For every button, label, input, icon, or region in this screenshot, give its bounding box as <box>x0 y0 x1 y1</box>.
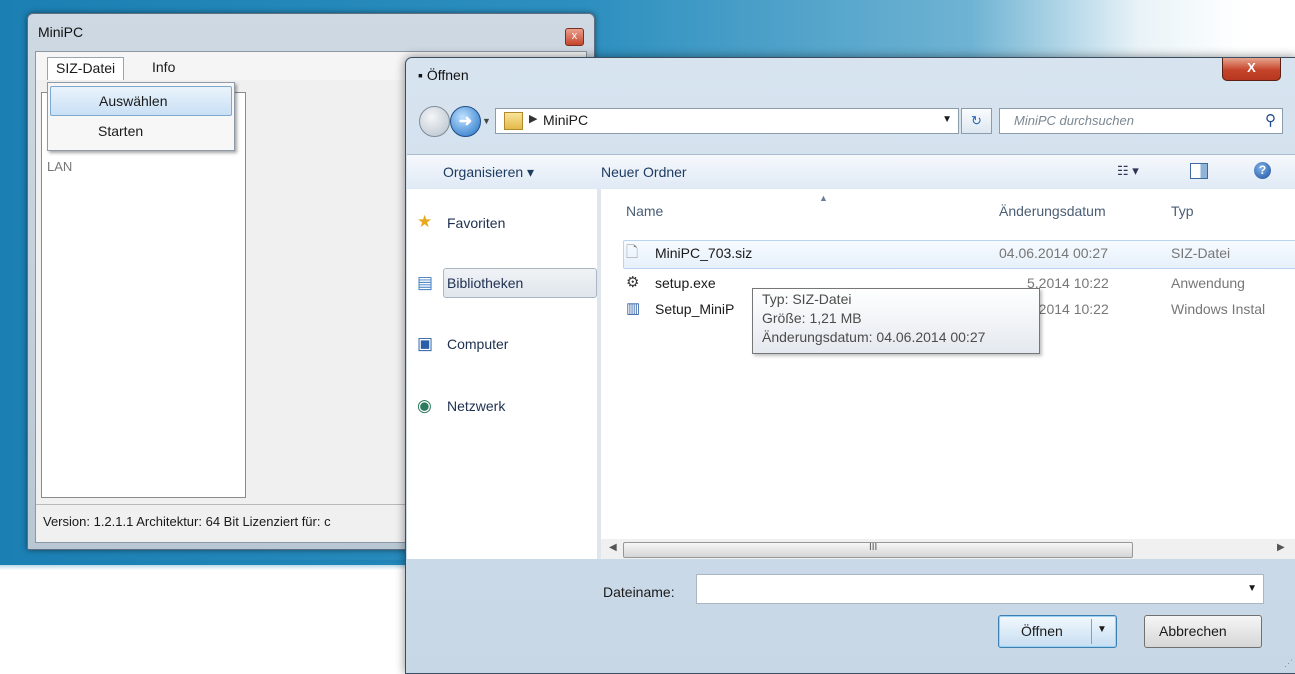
organize-button[interactable]: Organisieren ▾ <box>443 164 534 181</box>
tooltip-date: Änderungsdatum: 04.06.2014 00:27 <box>762 329 986 345</box>
cancel-button[interactable]: Abbrechen <box>1144 615 1262 648</box>
status-text: Version: 1.2.1.1 Architektur: 64 Bit Liz… <box>43 514 331 529</box>
open-button-label: Öffnen <box>1021 623 1063 639</box>
refresh-button[interactable]: ↻ <box>961 108 992 134</box>
open-button-divider <box>1091 619 1092 644</box>
scroll-left-icon[interactable]: ◀ <box>609 542 617 553</box>
filename-input[interactable]: ▼ <box>696 574 1264 604</box>
column-header-type[interactable]: Typ <box>1171 203 1194 219</box>
filename-label: Dateiname: <box>603 584 675 600</box>
file-name[interactable]: Setup_MiniP <box>655 301 734 317</box>
document-icon: 🗋 <box>626 244 639 261</box>
forward-button[interactable]: ➜ <box>450 106 481 137</box>
scroll-thumb[interactable]: III <box>623 542 1133 558</box>
file-name[interactable]: MiniPC_703.siz <box>655 245 752 261</box>
breadcrumb-arrow-icon[interactable]: ▶ <box>529 112 537 125</box>
menu-item-auswaehlen[interactable]: Auswählen <box>50 86 232 116</box>
installer-icon: ▥ <box>626 300 641 317</box>
scroll-right-icon[interactable]: ▶ <box>1277 542 1285 553</box>
file-type: Windows Instal <box>1171 301 1266 317</box>
open-options-dropdown-icon[interactable]: ▼ <box>1097 624 1107 635</box>
scroll-grip: III <box>869 542 878 553</box>
tooltip-size: Größe: 1,21 MB <box>762 310 862 326</box>
nav-item-bibliotheken[interactable]: Bibliotheken <box>447 275 523 291</box>
menu-item-starten[interactable]: Starten <box>50 117 230 145</box>
library-icon: ▤ <box>417 273 434 292</box>
menu-info[interactable]: Info <box>144 57 183 79</box>
search-input[interactable]: MiniPC durchsuchen ⚲ <box>999 108 1283 134</box>
dialog-toolbar: Organisieren ▾ Neuer Ordner ☷ ▾ ? <box>407 154 1295 190</box>
file-type: Anwendung <box>1171 275 1245 291</box>
dialog-title: ▪ Öffnen <box>418 67 469 83</box>
preview-pane-icon[interactable] <box>1190 163 1208 179</box>
help-icon[interactable]: ? <box>1254 162 1271 179</box>
filename-dropdown-icon[interactable]: ▼ <box>1247 583 1257 594</box>
sort-arrow-icon: ▲ <box>819 193 828 203</box>
minipc-title: MiniPC <box>38 24 84 40</box>
new-folder-button[interactable]: Neuer Ordner <box>601 164 687 180</box>
open-file-dialog: ▪ Öffnen X ➜ ▼ ▶ MiniPC ▼ ↻ MiniPC durch… <box>405 57 1295 674</box>
setup-icon: ⚙ <box>626 274 640 291</box>
menu-siz-datei[interactable]: SIZ-Datei <box>47 57 125 80</box>
dialog-icon: ▪ <box>418 67 427 83</box>
horizontal-scrollbar[interactable]: ◀ III ▶ <box>601 539 1295 559</box>
dialog-close-button[interactable]: X <box>1222 58 1281 81</box>
file-type: SIZ-Datei <box>1171 245 1231 261</box>
nav-item-netzwerk[interactable]: Netzwerk <box>447 398 505 414</box>
address-dropdown-icon[interactable]: ▼ <box>942 114 952 125</box>
navigation-pane: ★ Favoriten ▤ Bibliotheken ▣ Computer ◉ … <box>407 189 597 559</box>
search-placeholder: MiniPC durchsuchen <box>1014 113 1134 128</box>
siz-datei-dropdown: Auswählen Starten <box>47 82 235 151</box>
file-list: ▲ Name Änderungsdatum Typ 🗋 MiniPC_703.s… <box>601 189 1295 559</box>
tooltip-type: Typ: SIZ-Datei <box>762 291 852 307</box>
refresh-icon: ↻ <box>971 113 982 128</box>
star-icon: ★ <box>417 212 433 231</box>
view-options-icon[interactable]: ☷ ▾ <box>1117 163 1139 179</box>
folder-icon <box>504 112 523 130</box>
nav-item-favoriten[interactable]: Favoriten <box>447 215 505 231</box>
column-header-date[interactable]: Änderungsdatum <box>999 203 1106 219</box>
desktop-shadow <box>0 560 420 570</box>
nav-item-computer[interactable]: Computer <box>447 336 508 352</box>
history-dropdown-icon[interactable]: ▼ <box>482 116 491 126</box>
file-tooltip: Typ: SIZ-Datei Größe: 1,21 MB Änderungsd… <box>752 288 1040 354</box>
file-name[interactable]: setup.exe <box>655 275 716 291</box>
resize-grip-icon[interactable]: ⋰ <box>1284 658 1293 669</box>
column-header-name[interactable]: Name <box>626 203 663 219</box>
back-button[interactable] <box>419 106 450 137</box>
breadcrumb-minipc[interactable]: MiniPC <box>543 112 588 128</box>
file-date: 04.06.2014 00:27 <box>999 245 1108 261</box>
open-button[interactable]: Öffnen ▼ <box>998 615 1117 648</box>
minipc-close-button[interactable]: x <box>565 28 584 46</box>
network-icon: ◉ <box>417 396 432 415</box>
search-icon: ⚲ <box>1265 112 1276 129</box>
connection-list[interactable]: LAN <box>41 92 246 498</box>
computer-icon: ▣ <box>417 334 434 353</box>
address-bar[interactable]: ▶ MiniPC ▼ <box>495 108 959 134</box>
arrow-right-icon: ➜ <box>458 113 473 130</box>
list-item-lan[interactable]: LAN <box>47 159 72 174</box>
